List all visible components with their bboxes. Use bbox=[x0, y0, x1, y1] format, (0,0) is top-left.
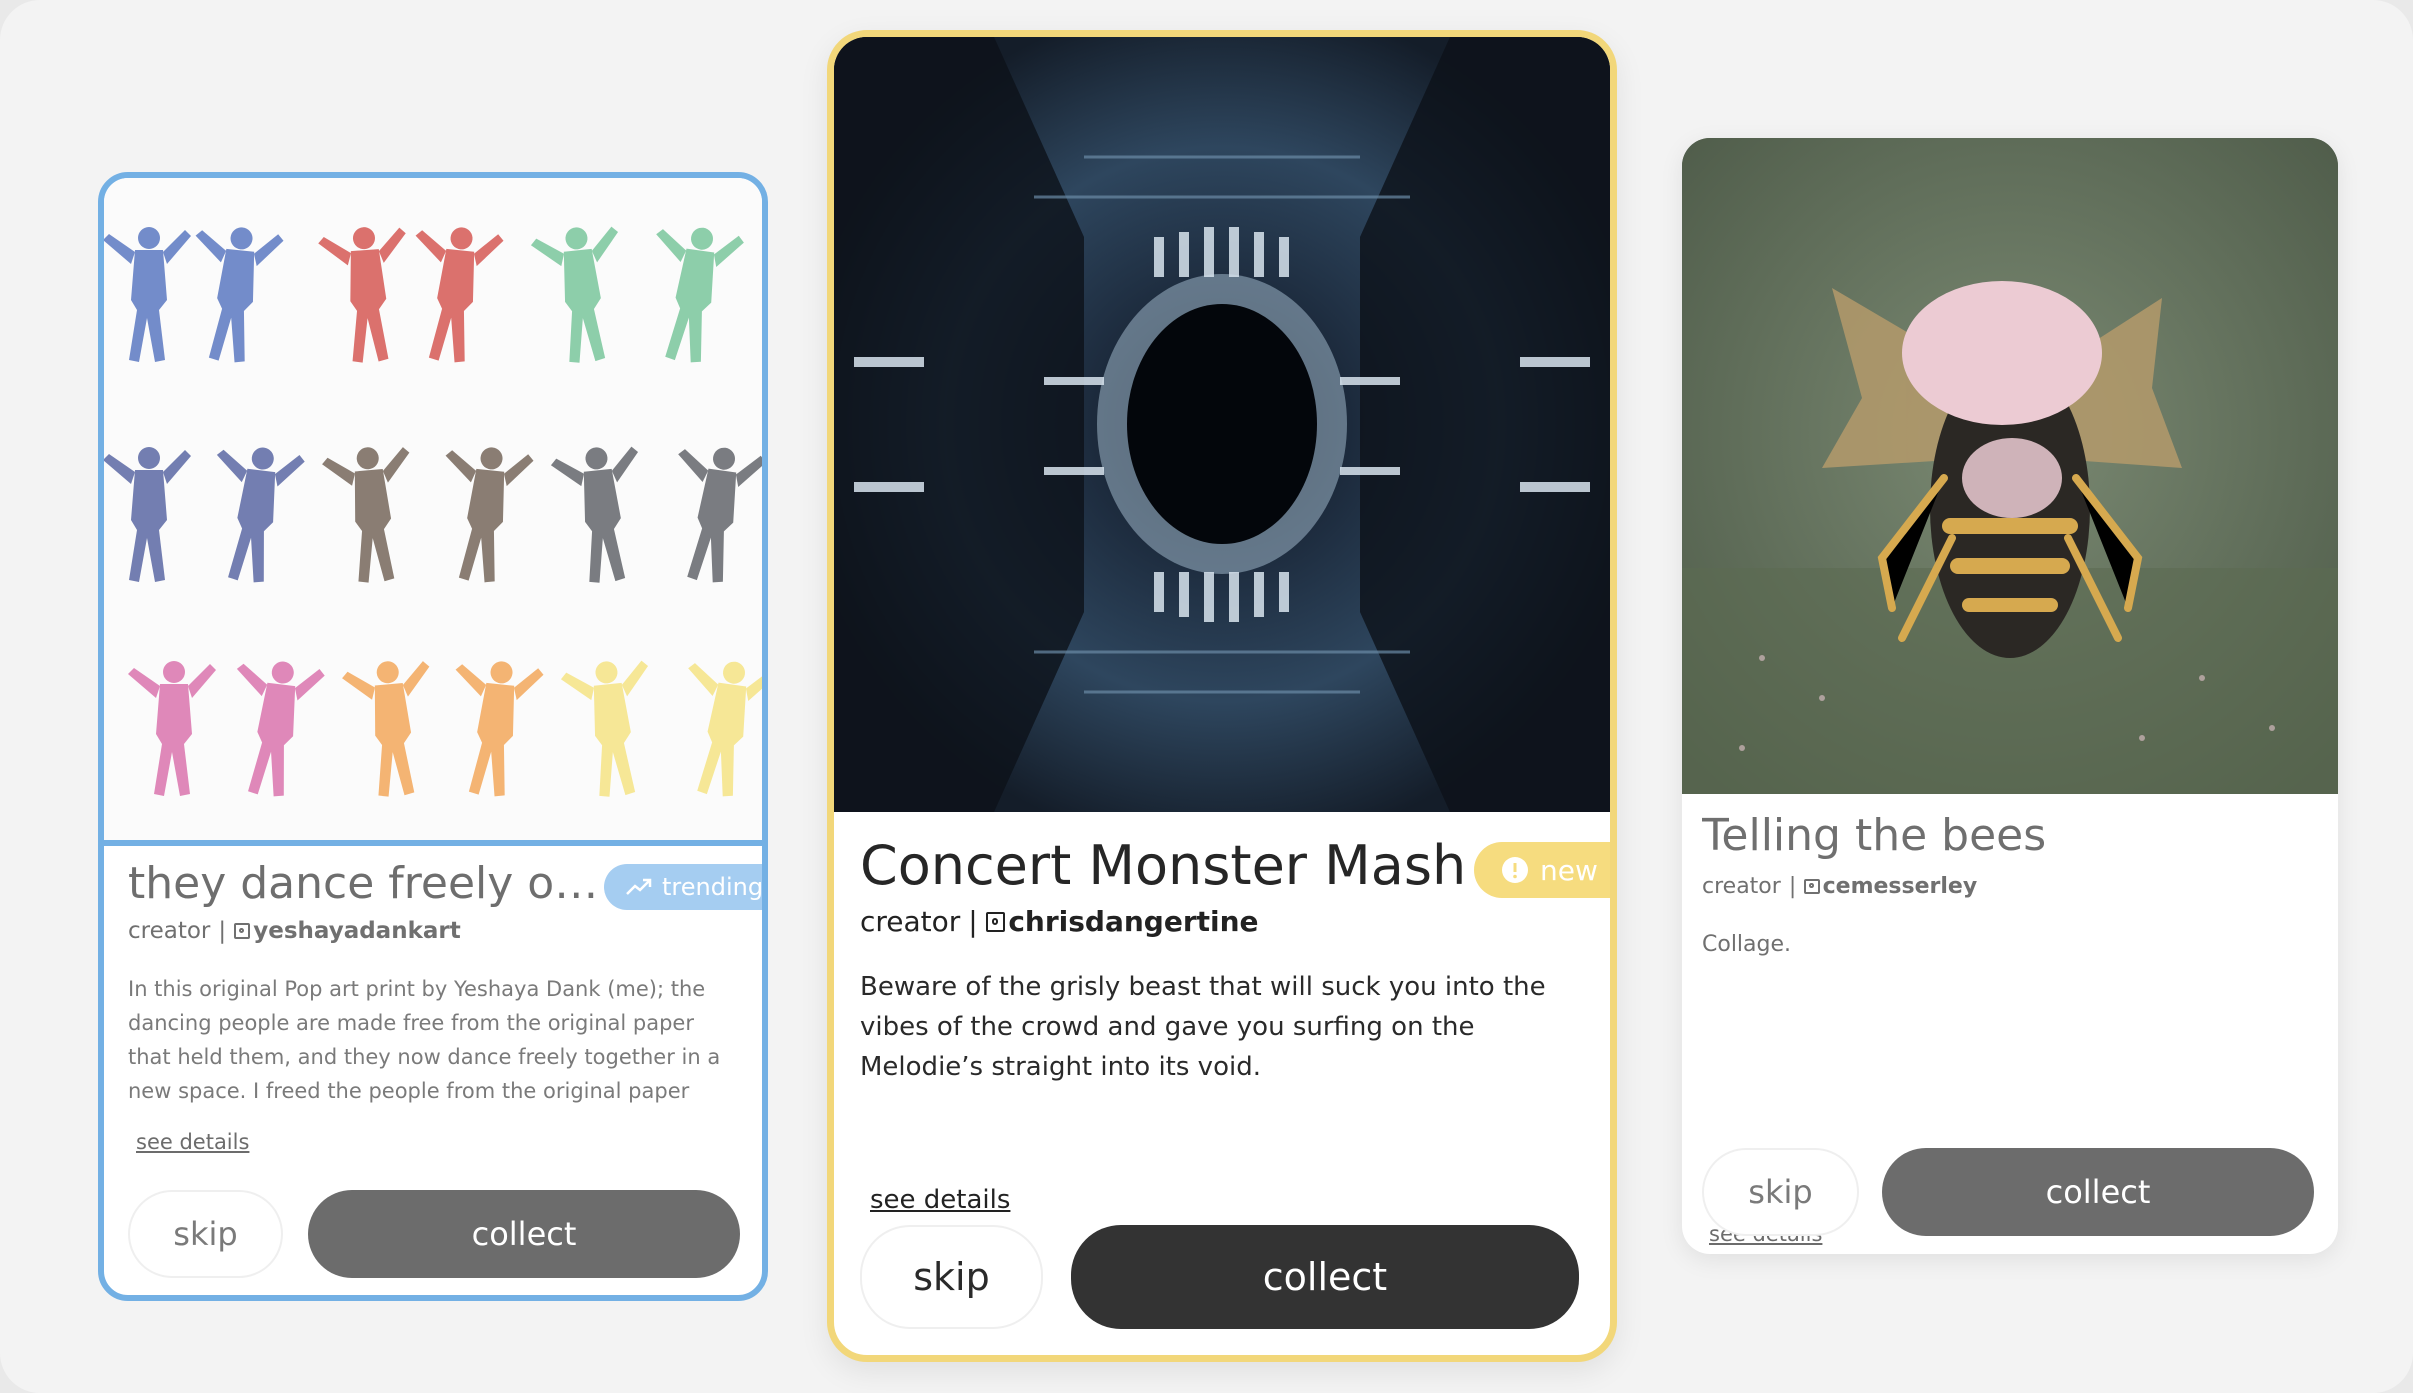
artwork-image-bee bbox=[1682, 138, 2338, 794]
artwork-card: Telling the bees creator | cemesserley Col… bbox=[1682, 138, 2338, 1254]
handle-icon bbox=[1804, 878, 1820, 894]
skip-button[interactable]: skip bbox=[128, 1190, 283, 1278]
artwork-title: they dance freely off ... bbox=[128, 858, 603, 909]
artwork-description: Beware of the grisly beast that will suc… bbox=[860, 972, 1546, 1082]
creator-handle[interactable]: chrisdangertine bbox=[1008, 905, 1258, 938]
see-details-link[interactable]: see details bbox=[136, 1130, 249, 1154]
creator-label: creator bbox=[128, 918, 211, 944]
trending-badge: trending bbox=[604, 864, 764, 910]
creator-line: creator | cemesserley bbox=[1702, 874, 1977, 899]
skip-button[interactable]: skip bbox=[1702, 1148, 1859, 1236]
new-badge: new bbox=[1474, 842, 1610, 898]
artwork-title: Concert Monster Mash bbox=[860, 834, 1467, 897]
creator-label: creator bbox=[860, 905, 961, 938]
handle-icon bbox=[234, 922, 251, 939]
creator-handle[interactable]: yeshayadankart bbox=[253, 918, 461, 944]
creator-handle[interactable]: cemesserley bbox=[1823, 874, 1978, 899]
artwork-card-trending: they dance freely off ... trending creat… bbox=[98, 172, 768, 1301]
new-seal-icon bbox=[1500, 855, 1530, 885]
artwork-description: Collage. bbox=[1702, 932, 1792, 957]
creator-separator: | bbox=[968, 905, 978, 938]
artwork-description: In this original Pop art print by Yeshay… bbox=[128, 977, 721, 1103]
creator-separator: | bbox=[218, 918, 227, 944]
artwork-card-new: Concert Monster Mash new creator | chrisda… bbox=[827, 30, 1617, 1362]
creator-label: creator bbox=[1702, 874, 1781, 899]
artwork-image-dancers bbox=[104, 178, 762, 840]
artwork-image-concert-monster bbox=[834, 37, 1610, 812]
badge-label: trending bbox=[662, 873, 764, 901]
trending-up-icon bbox=[626, 878, 652, 896]
creator-line: creator | chrisdangertine bbox=[860, 905, 1259, 938]
skip-button[interactable]: skip bbox=[860, 1225, 1043, 1329]
image-divider bbox=[104, 840, 762, 846]
collect-button[interactable]: collect bbox=[1882, 1148, 2314, 1236]
card-stack-stage: they dance freely off ... trending creat… bbox=[0, 0, 2413, 1393]
artwork-title: Telling the bees bbox=[1702, 810, 2047, 861]
collect-button[interactable]: collect bbox=[308, 1190, 740, 1278]
creator-line: creator | yeshayadankart bbox=[128, 918, 461, 944]
creator-separator: | bbox=[1788, 874, 1797, 899]
handle-icon bbox=[985, 912, 1006, 932]
collect-button[interactable]: collect bbox=[1071, 1225, 1579, 1329]
badge-label: new bbox=[1540, 853, 1598, 887]
see-details-link[interactable]: see details bbox=[870, 1185, 1010, 1215]
